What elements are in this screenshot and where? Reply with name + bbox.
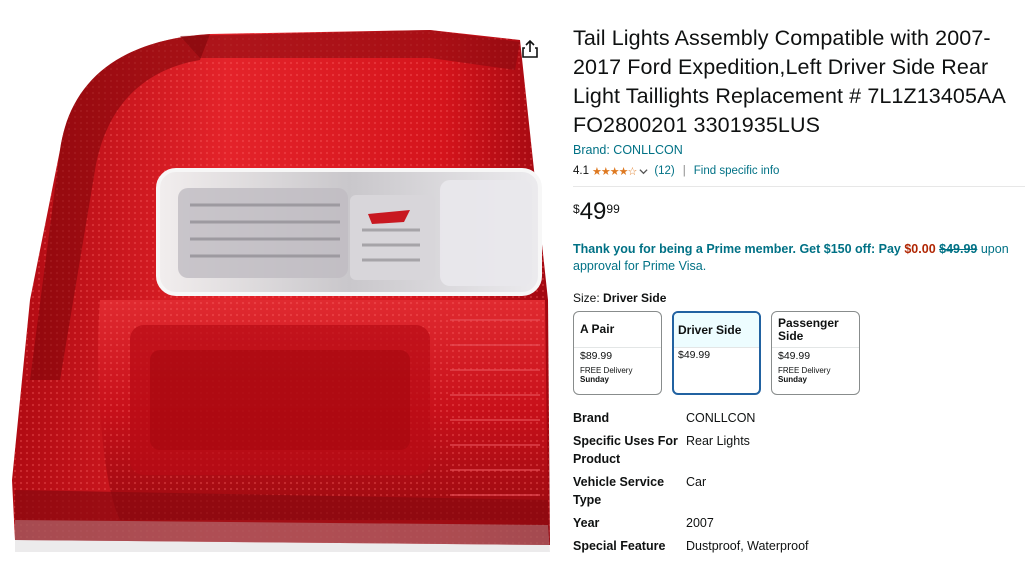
price: $ 49 99: [573, 199, 1025, 229]
size-option-name: A Pair: [574, 312, 661, 348]
spec-value: CONLLCON: [686, 411, 756, 425]
prime-pay-amount: $0.00: [904, 242, 936, 256]
size-option-delivery: FREE Delivery: [580, 366, 633, 375]
size-option-name: Passenger Side: [772, 312, 859, 348]
size-selected: Driver Side: [603, 291, 667, 305]
prime-offer[interactable]: Thank you for being a Prime member. Get …: [573, 241, 1025, 275]
price-symbol: $: [573, 202, 580, 216]
spec-key: Special Feature: [573, 539, 666, 553]
size-option-day: Sunday: [580, 375, 609, 384]
spec-row: Vehicle Service Type Car: [573, 473, 1025, 509]
prime-original-price: $49.99: [939, 242, 978, 256]
price-whole: 49: [579, 198, 607, 225]
product-title: Tail Lights Assembly Compatible with 200…: [573, 26, 1005, 137]
rating-row: 4.1 ★★★★☆ (12) | Find specific info: [573, 163, 1025, 179]
spec-key: Brand: [573, 411, 610, 425]
size-option-driver-side[interactable]: Driver Side $49.99: [672, 311, 761, 395]
size-option-a-pair[interactable]: A Pair $89.99 FREE Delivery Sunday: [573, 311, 662, 395]
size-option-delivery: FREE Delivery: [778, 366, 831, 375]
spec-key: Specific Uses For Product: [573, 434, 678, 466]
spec-value: Car: [686, 475, 707, 489]
spec-key: Vehicle Service Type: [573, 475, 665, 507]
size-option-passenger-side[interactable]: Passenger Side $49.99 FREE Delivery Sund…: [771, 311, 860, 395]
size-option-price: $49.99: [778, 350, 811, 362]
product-image[interactable]: [0, 0, 560, 556]
size-option-price: $49.99: [678, 349, 711, 361]
star-rating-icon[interactable]: ★★★★☆: [592, 165, 637, 178]
spec-row: Brand CONLLCON: [573, 409, 1025, 427]
spec-table: Brand CONLLCON Specific Uses For Product…: [573, 409, 1025, 555]
find-specific-info-link[interactable]: Find specific info: [694, 165, 780, 177]
spec-value: Rear Lights: [686, 434, 750, 448]
prime-offer-lead: Thank you for being a Prime member. Get …: [573, 242, 901, 256]
spec-row: Special Feature Dustproof, Waterproof: [573, 537, 1025, 555]
size-option-price: $89.99: [580, 350, 613, 362]
spec-key: Year: [573, 516, 600, 530]
size-label: Size: Driver Side: [573, 291, 1025, 305]
tail-light-image: [12, 30, 550, 552]
spec-row: Year 2007: [573, 514, 1025, 532]
spec-row: Specific Uses For Product Rear Lights: [573, 432, 1025, 468]
rating-count-link[interactable]: (12): [654, 165, 674, 177]
spec-value: Dustproof, Waterproof: [686, 539, 809, 553]
divider: |: [682, 165, 686, 177]
size-option-day: Sunday: [778, 375, 807, 384]
size-option-name: Driver Side: [674, 313, 759, 348]
rating-value: 4.1: [573, 165, 589, 177]
divider-line: [573, 186, 1025, 187]
product-details: Tail Lights Assembly Compatible with 200…: [573, 24, 1025, 560]
chevron-down-icon[interactable]: [639, 167, 648, 176]
size-label-text: Size:: [573, 291, 600, 305]
size-options: A Pair $89.99 FREE Delivery Sunday Drive…: [573, 311, 1025, 395]
price-fraction: 99: [606, 202, 620, 216]
spec-value: 2007: [686, 516, 714, 530]
brand-link[interactable]: Brand: CONLLCON: [573, 143, 1025, 157]
share-icon[interactable]: [519, 38, 541, 60]
